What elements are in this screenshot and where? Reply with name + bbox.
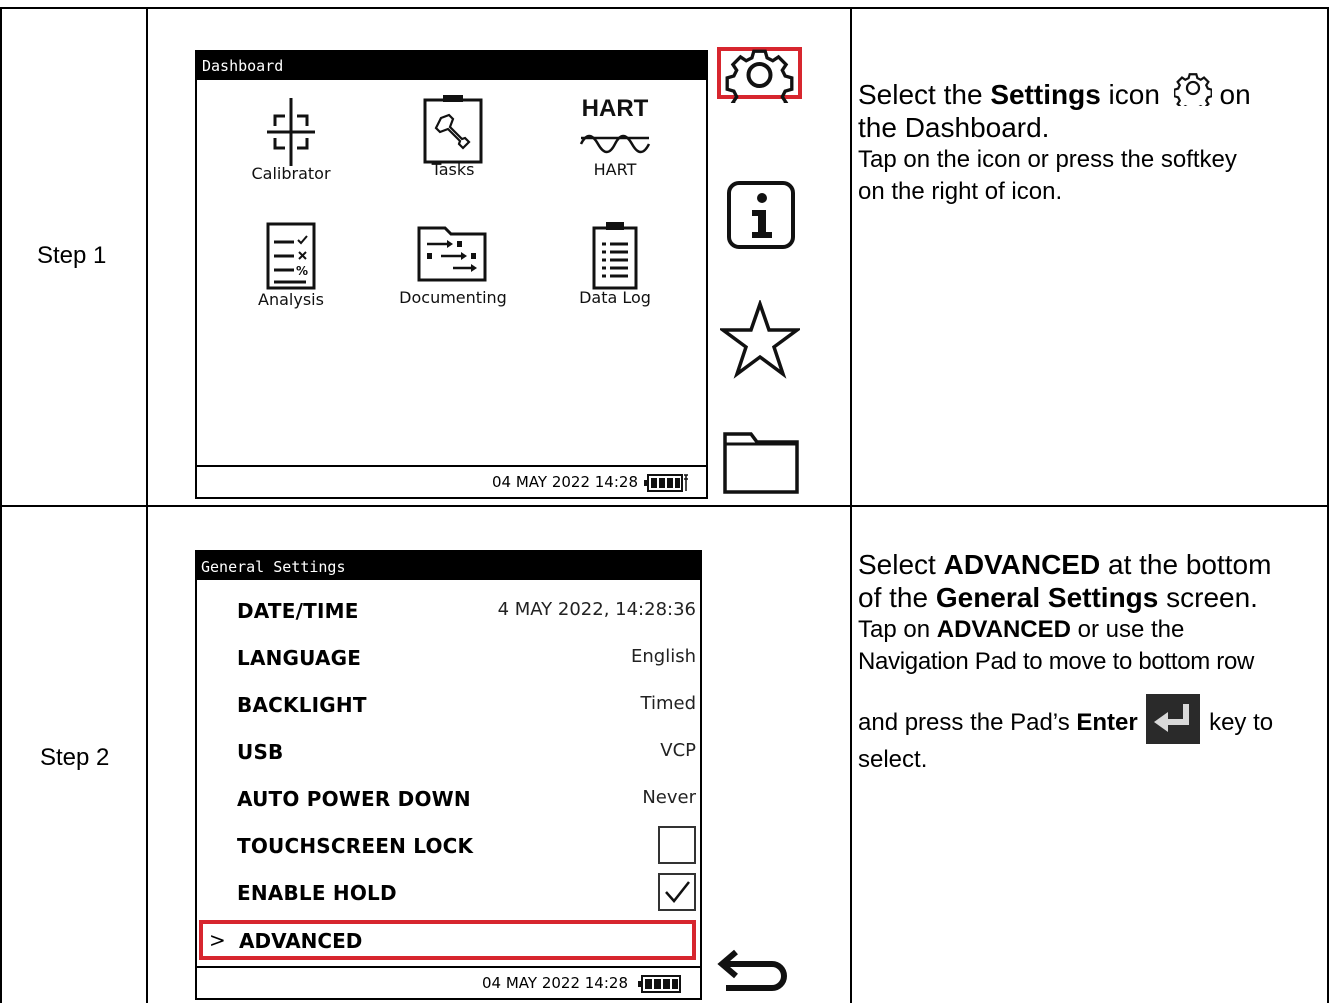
instruction-line: Select the Settings icon on — [858, 72, 1320, 113]
step-1-label: Step 1 — [37, 242, 107, 269]
app-calibrator[interactable]: Calibrator — [231, 94, 351, 183]
advanced-row[interactable]: > ADVANCED — [199, 920, 696, 960]
svg-text:%: % — [296, 264, 308, 278]
app-hart[interactable]: HART HART — [555, 94, 675, 179]
table-col-divider-1 — [146, 7, 148, 1003]
text: on — [1211, 79, 1251, 110]
enable-hold-checkbox[interactable] — [658, 873, 696, 911]
general-settings-screen: General Settings DATE/TIME 4 MAY 2022, 1… — [195, 550, 702, 1000]
text: at the bottom — [1100, 549, 1272, 580]
app-label: Tasks — [431, 160, 475, 179]
instruction-line: the Dashboard. — [858, 112, 1050, 143]
status-datetime: 04 MAY 2022 14:28 — [492, 473, 638, 491]
instruction-sub: select. — [858, 746, 928, 773]
enter-emphasis: Enter — [1076, 709, 1138, 736]
text: key to — [1202, 709, 1274, 736]
instruction-sub: Tap on the icon or press the softkey — [858, 146, 1237, 173]
back-arrow-icon[interactable] — [716, 944, 796, 992]
setting-value: VCP — [660, 740, 696, 761]
table-border-top — [0, 7, 1329, 9]
instruction-sub: and press the Pad’s Enter key to — [858, 694, 1320, 744]
setting-key: DATE/TIME — [237, 599, 359, 623]
settings-softkey[interactable] — [717, 47, 802, 103]
instruction-sub: Navigation Pad to move to bottom row — [858, 648, 1255, 675]
step-2-instructions: Select ADVANCED at the bottom of the Gen… — [858, 548, 1320, 776]
app-label: Calibrator — [251, 164, 331, 183]
setting-row-language[interactable]: LANGUAGE English — [237, 636, 696, 680]
app-data-log[interactable]: Data Log — [555, 220, 675, 307]
wrench-clipboard-icon — [423, 95, 483, 164]
text: and press the Pad’s — [858, 709, 1077, 736]
checklist-icon: % — [266, 222, 316, 290]
advanced-label: ADVANCED — [239, 929, 363, 953]
text: or use the — [1070, 616, 1185, 643]
text: icon — [1100, 79, 1160, 110]
folder-icon[interactable] — [722, 430, 800, 496]
text: Tap on — [858, 616, 937, 643]
hart-logo-text: HART — [582, 95, 649, 122]
setting-row-date-time[interactable]: DATE/TIME 4 MAY 2022, 14:28:36 — [237, 589, 696, 633]
app-label: Documenting — [399, 288, 507, 307]
setting-row-enable-hold[interactable]: ENABLE HOLD — [237, 871, 696, 915]
folder-flow-icon — [417, 226, 487, 282]
instruction-line: of the General Settings screen. — [858, 581, 1320, 614]
instruction-line: Select ADVANCED at the bottom — [858, 548, 1320, 581]
app-label: Data Log — [579, 288, 651, 307]
setting-key: BACKLIGHT — [237, 693, 367, 717]
settings-emphasis: Settings — [990, 79, 1101, 110]
setting-value: Timed — [640, 693, 696, 714]
instruction-sub: on the right of icon. — [858, 178, 1063, 205]
crosshair-icon — [267, 98, 315, 166]
app-tasks[interactable]: Tasks — [393, 94, 513, 179]
setting-value: Never — [642, 787, 696, 808]
clipboard-list-icon — [592, 222, 638, 290]
setting-key: ENABLE HOLD — [237, 881, 397, 905]
gear-icon — [1172, 73, 1213, 113]
battery-icon — [638, 975, 681, 993]
app-label: Analysis — [258, 290, 324, 309]
text: of the — [858, 582, 936, 613]
table-border-left — [0, 7, 2, 1003]
table-row-divider — [0, 505, 1329, 507]
text: Select — [858, 549, 944, 580]
chevron-right-icon: > — [209, 928, 226, 952]
setting-row-usb[interactable]: USB VCP — [237, 730, 696, 774]
hart-wave-icon: HART — [579, 95, 651, 154]
dashboard-screen: Dashboard Calibrator Tasks HART HART % A… — [195, 50, 708, 499]
advanced-emphasis: ADVANCED — [936, 616, 1071, 643]
general-settings-emphasis: General Settings — [935, 582, 1159, 613]
setting-row-auto-power-down[interactable]: AUTO POWER DOWN Never — [237, 777, 696, 821]
setting-key: USB — [237, 740, 284, 764]
setting-value: English — [631, 646, 696, 667]
setting-key: AUTO POWER DOWN — [237, 787, 471, 811]
battery-charging-icon — [644, 474, 688, 492]
app-label: HART — [593, 160, 637, 179]
touchscreen-lock-checkbox[interactable] — [658, 826, 696, 864]
setting-key: LANGUAGE — [237, 646, 362, 670]
status-datetime: 04 MAY 2022 14:28 — [482, 974, 628, 992]
enter-key-icon — [1146, 694, 1201, 744]
status-bar: 04 MAY 2022 14:28 — [197, 465, 706, 497]
step-1-instructions: Select the Settings icon on the Dashboar… — [858, 72, 1320, 208]
info-icon[interactable] — [726, 180, 796, 250]
gear-icon — [725, 49, 794, 103]
status-bar: 04 MAY 2022 14:28 — [197, 966, 700, 998]
app-documenting[interactable]: Documenting — [393, 220, 513, 307]
general-settings-title: General Settings — [197, 552, 700, 580]
star-icon[interactable] — [720, 300, 800, 380]
app-analysis[interactable]: % Analysis — [231, 220, 351, 309]
dashboard-title: Dashboard — [197, 52, 706, 80]
setting-key: TOUCHSCREEN LOCK — [237, 834, 474, 858]
setting-row-touchscreen-lock[interactable]: TOUCHSCREEN LOCK — [237, 824, 696, 868]
checkmark-icon — [665, 881, 690, 903]
step-2-label: Step 2 — [40, 744, 110, 771]
text: Select the — [858, 79, 991, 110]
table-col-divider-2 — [850, 7, 852, 1003]
advanced-emphasis: ADVANCED — [943, 549, 1101, 580]
setting-row-backlight[interactable]: BACKLIGHT Timed — [237, 683, 696, 727]
setting-value: 4 MAY 2022, 14:28:36 — [497, 599, 696, 620]
instruction-sub: Tap on ADVANCED or use the — [858, 614, 1320, 646]
text: screen. — [1158, 582, 1258, 613]
